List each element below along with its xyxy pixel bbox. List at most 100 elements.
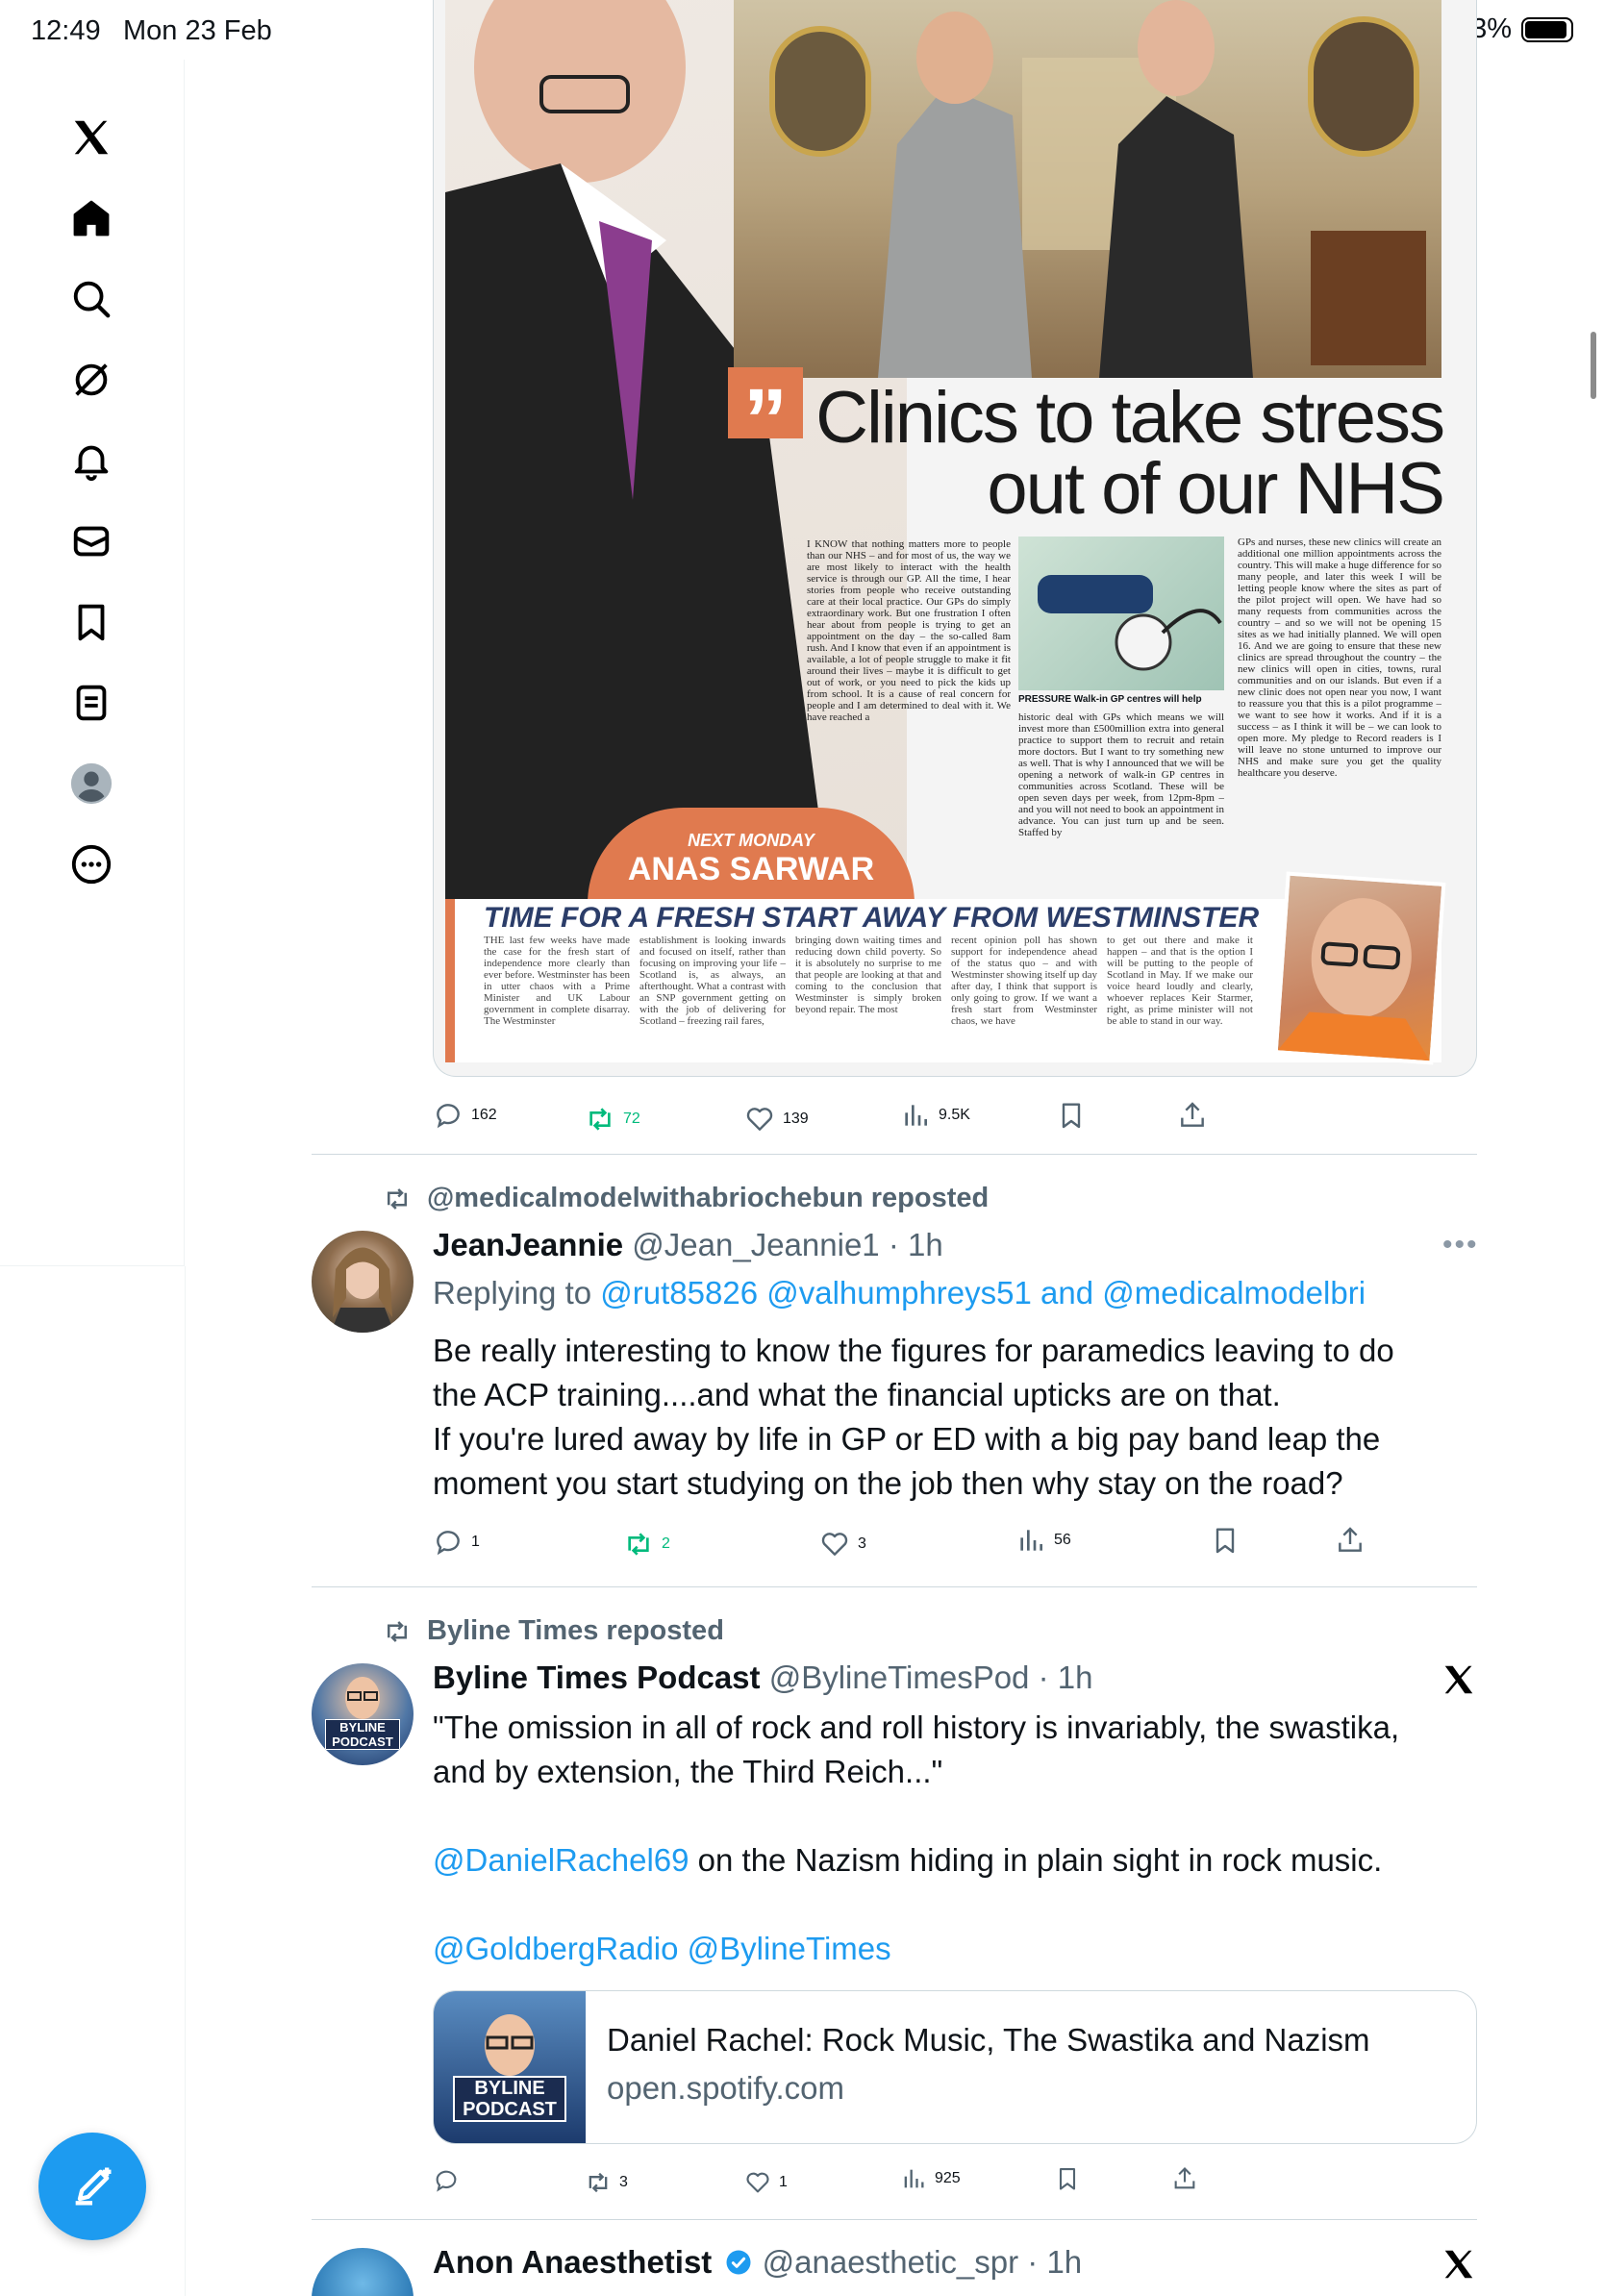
share-button[interactable] (1335, 1521, 1366, 1560)
heart-icon (746, 2172, 769, 2193)
x-badge-icon[interactable] (1441, 2246, 1477, 2283)
like-button[interactable]: 139 (744, 1100, 809, 1138)
reply-icon (436, 2170, 457, 2192)
mention-links[interactable]: @GoldbergRadio @BylineTimes (433, 1927, 1471, 1971)
more-options-button[interactable]: ••• (1442, 1229, 1479, 1261)
card-title: Daniel Rachel: Rock Music, The Swastika … (607, 2022, 1370, 2058)
card-domain: open.spotify.com (607, 2070, 845, 2106)
lists-icon[interactable] (63, 675, 119, 731)
views-button[interactable]: 925 (900, 2159, 961, 2198)
repost-icon (388, 1187, 407, 1210)
replying-to: Replying to @rut85826 @valhumphreys51 an… (433, 1275, 1366, 1310)
post-text: "The omission in all of rock and roll hi… (433, 1706, 1471, 1971)
avatar[interactable] (312, 1231, 414, 1333)
x-badge-icon[interactable] (1441, 1661, 1477, 1698)
reply-button[interactable]: 1 (433, 1523, 480, 1561)
compose-post-button[interactable] (38, 2133, 146, 2240)
views-chart-icon (905, 1105, 927, 1126)
status-time: 12:49 (31, 15, 101, 46)
next-monday-banner: NEXT MONDAY ANAS SARWAR (588, 808, 915, 904)
article-column-2: historic deal with GPs which means we wi… (1018, 711, 1224, 838)
bookmark-icon (1216, 1528, 1235, 1554)
share-icon (1181, 1102, 1204, 1127)
heart-icon (821, 1533, 848, 1556)
grok-icon[interactable] (63, 352, 119, 408)
repost-icon (589, 2172, 608, 2193)
newspaper-headline: Clinics to take stress out of our NHS (815, 377, 1445, 530)
author-handle[interactable]: @anaesthetic_spr · 1h (763, 2244, 1083, 2280)
search-icon[interactable] (63, 271, 119, 327)
views-button[interactable]: 9.5K (900, 1096, 970, 1135)
avatar[interactable]: BYLINE PODCAST (312, 1663, 414, 1765)
share-icon (1339, 1527, 1362, 1552)
post-divider (312, 1154, 1477, 1155)
reception-photo (734, 0, 1441, 378)
repost-indicator[interactable]: Byline Times reposted (383, 1615, 724, 1647)
sidebar-nav (0, 60, 185, 1266)
compose-icon (75, 2167, 112, 2206)
repost-indicator[interactable]: @medicalmodelwithabriochebun reposted (383, 1183, 989, 1214)
like-button[interactable]: 1 (744, 2163, 788, 2202)
repost-button[interactable]: 72 (585, 1100, 640, 1138)
x-logo-icon[interactable] (63, 110, 119, 165)
views-chart-icon (1020, 1530, 1042, 1551)
card-thumbnail: BYLINE PODCAST (434, 1991, 586, 2143)
bookmark-icon (1062, 1103, 1081, 1129)
repost-icon (388, 1620, 407, 1642)
bookmarks-icon[interactable] (63, 594, 119, 650)
reply-button[interactable] (433, 2161, 467, 2200)
verified-badge-icon (726, 2250, 751, 2275)
bookmark-button[interactable] (1056, 1096, 1087, 1135)
post-text: Be really interesting to know the figure… (433, 1333, 1394, 1501)
reply-icon (437, 1104, 460, 1129)
reply-button[interactable]: 162 (433, 1096, 497, 1135)
blood-pressure-photo (1018, 537, 1224, 690)
scrollbar[interactable] (1591, 332, 1596, 399)
repost-button[interactable]: 2 (623, 1525, 670, 1563)
post-header: Byline Times Podcast @BylineTimesPod · 1… (433, 1660, 1092, 1696)
reply-icon (437, 1531, 460, 1556)
share-icon (1174, 2167, 1195, 2189)
status-date: Mon 23 Feb (123, 15, 272, 46)
author-name[interactable]: Anon Anaesthetist (433, 2244, 712, 2280)
post-divider (312, 2219, 1477, 2220)
post-divider (312, 1586, 1477, 1587)
photo-caption: PRESSURE Walk-in GP centres will help (1018, 694, 1202, 705)
bookmark-icon (1059, 2168, 1076, 2190)
author-name[interactable]: JeanJeannie (433, 1227, 623, 1262)
battery-icon (1521, 16, 1573, 42)
share-button[interactable] (1171, 2159, 1198, 2198)
post-header: Anon Anaesthetist @anaesthetic_spr · 1h (433, 2244, 1082, 2281)
repost-icon (628, 1533, 649, 1556)
home-icon[interactable] (63, 190, 119, 246)
views-button[interactable]: 56 (1015, 1521, 1071, 1560)
face-photo (1273, 871, 1446, 1065)
avatar[interactable] (312, 2248, 414, 2296)
article-column-3: GPs and nurses, these new clinics will c… (1238, 537, 1441, 779)
author-handle[interactable]: @BylineTimesPod · 1h (769, 1660, 1093, 1695)
mention-link[interactable]: @DanielRachel69 (433, 1842, 689, 1878)
post-media-image[interactable]: ” Clinics to take stress out of our NHS … (433, 0, 1477, 1077)
avatar-label: BYLINE PODCAST (325, 1719, 400, 1750)
band-columns: THE last few weeks have made the case fo… (484, 935, 1253, 1027)
profile-avatar-icon[interactable] (63, 756, 119, 811)
like-button[interactable]: 3 (819, 1525, 866, 1563)
author-name[interactable]: Byline Times Podcast (433, 1660, 761, 1695)
link-card[interactable]: BYLINE PODCAST Daniel Rachel: Rock Music… (433, 1990, 1477, 2144)
share-button[interactable] (1177, 1096, 1208, 1135)
bookmark-button[interactable] (1054, 2159, 1081, 2198)
notifications-bell-icon[interactable] (63, 433, 119, 488)
more-options-icon[interactable] (63, 836, 119, 892)
messages-icon[interactable] (63, 513, 119, 569)
sidebar-divider (185, 1266, 186, 2296)
replying-to-users-link[interactable]: @rut85826 @valhumphreys51 and @medicalmo… (600, 1275, 1366, 1310)
heart-icon (746, 1108, 773, 1131)
post-header: JeanJeannie @Jean_Jeannie1 · 1h (433, 1227, 943, 1263)
repost-icon (589, 1108, 611, 1131)
bookmark-button[interactable] (1210, 1521, 1241, 1560)
card-thumb-label: BYLINE PODCAST (453, 2076, 566, 2122)
band-title: TIME FOR A FRESH START AWAY FROM WESTMIN… (484, 902, 1260, 934)
repost-button[interactable]: 3 (585, 2163, 628, 2202)
author-handle[interactable]: @Jean_Jeannie1 · 1h (632, 1227, 942, 1262)
views-chart-icon (904, 2169, 924, 2188)
